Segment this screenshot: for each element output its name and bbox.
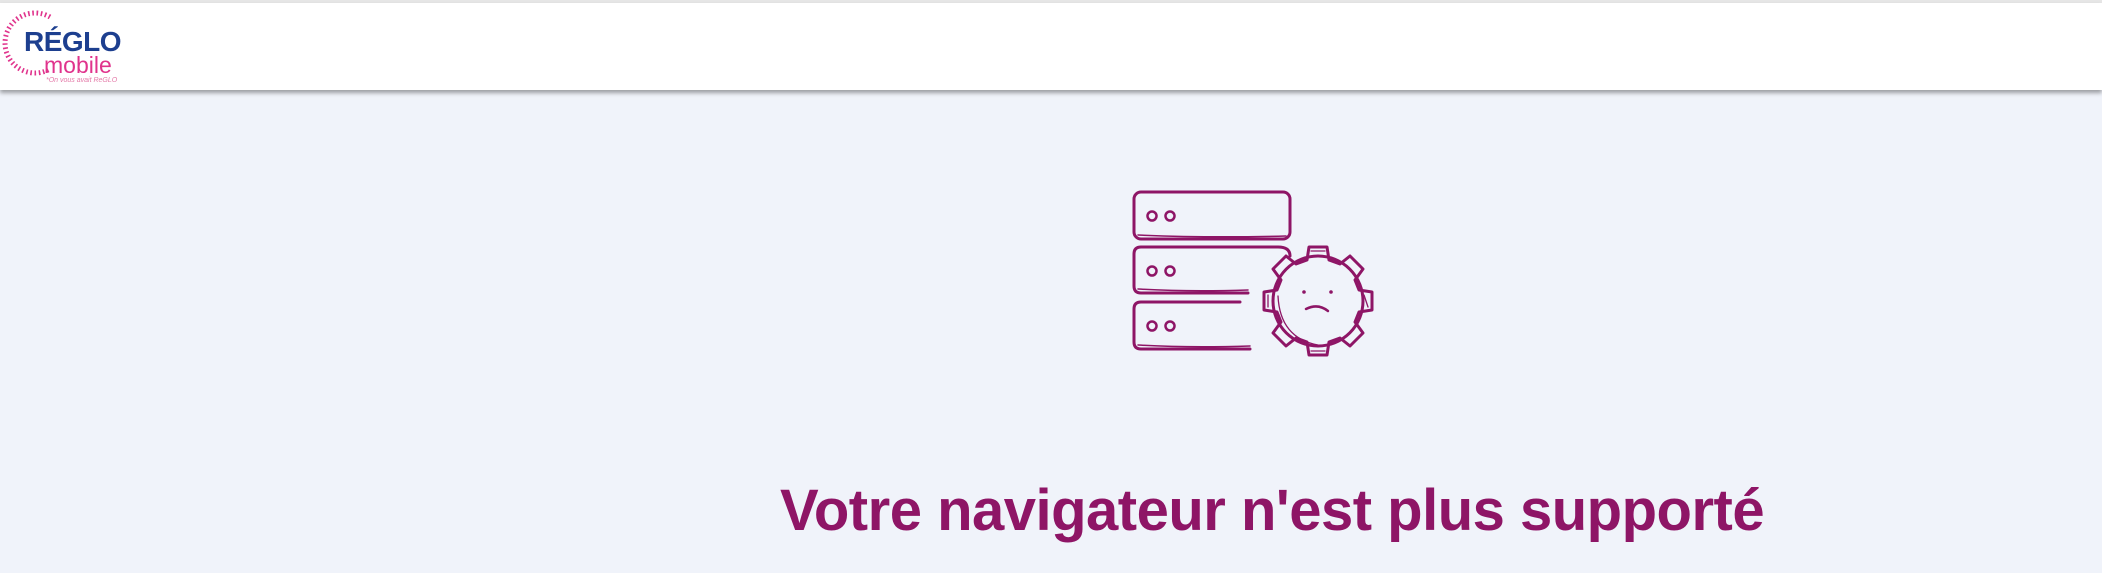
reglo-mobile-logo[interactable]: RÉGLO mobile *On vous avait ReGLO: [2, 7, 132, 87]
logo-sub-text: mobile: [44, 52, 112, 78]
site-header: RÉGLO mobile *On vous avait ReGLO: [0, 3, 2102, 90]
unsupported-browser-title: Votre navigateur n'est plus supporté: [780, 478, 1765, 543]
logo-tagline: *On vous avait ReGLO: [46, 77, 118, 84]
server-gear-sad-face-icon: [1132, 190, 1374, 357]
